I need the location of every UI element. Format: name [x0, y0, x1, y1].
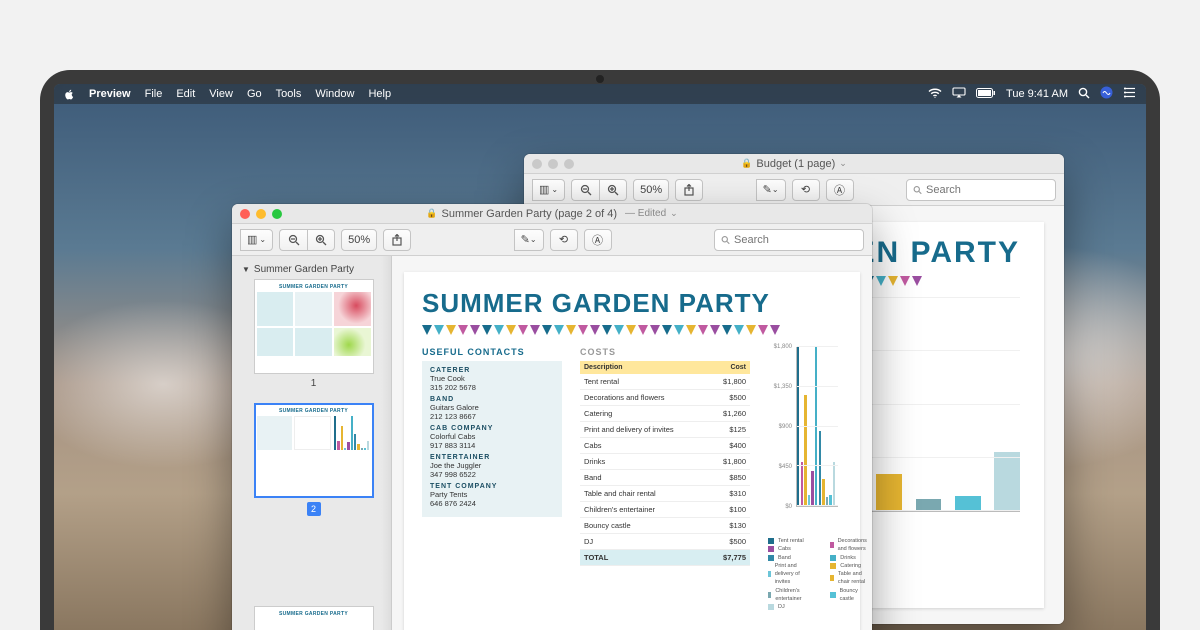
search-icon [721, 235, 730, 245]
share-button[interactable] [675, 179, 703, 201]
menu-view[interactable]: View [209, 88, 233, 100]
costs-table: Description Cost Tent rental$1,800Decora… [580, 361, 750, 566]
zoom-out-button[interactable] [571, 179, 599, 201]
thumb-label: 1 [242, 378, 385, 389]
contacts-heading: USEFUL CONTACTS [422, 347, 562, 357]
thumbnail-page-1[interactable]: SUMMER GARDEN PARTY [242, 279, 385, 389]
highlight-button[interactable]: ✎ ⌄ [756, 179, 786, 201]
close-button[interactable] [240, 209, 250, 219]
laptop-camera [596, 75, 604, 83]
costs-header-desc: Description [580, 361, 709, 374]
battery-icon[interactable] [976, 88, 996, 101]
window-title: Budget (1 page) [756, 158, 835, 170]
edited-indicator: — Edited [625, 208, 666, 219]
thumbs-header[interactable]: Summer Garden Party [242, 262, 385, 279]
menu-edit[interactable]: Edit [176, 88, 195, 100]
traffic-lights[interactable] [532, 159, 574, 169]
titlebar[interactable]: 🔒 Budget (1 page) ⌄ [524, 154, 1064, 174]
notification-center-icon[interactable] [1123, 87, 1136, 101]
zoom-in-button[interactable] [307, 229, 335, 251]
preview-window-summer-garden-party: 🔒 Summer Garden Party (page 2 of 4) — Ed… [232, 204, 872, 630]
minimize-button[interactable] [256, 209, 266, 219]
document-area[interactable]: SUMMER GARDEN PARTY USEFUL CONTACTS CATE… [392, 256, 872, 630]
bar-catering [804, 395, 806, 506]
bar-drinks [815, 347, 817, 506]
menubar-clock[interactable]: Tue 9:41 AM [1006, 88, 1068, 100]
wifi-icon[interactable] [928, 88, 942, 101]
menu-tools[interactable]: Tools [276, 88, 302, 100]
zoom-in-button[interactable] [599, 179, 627, 201]
spotlight-icon[interactable] [1078, 87, 1090, 102]
bar-table-and-chair-rental [822, 479, 824, 506]
titlebar[interactable]: 🔒 Summer Garden Party (page 2 of 4) — Ed… [232, 204, 872, 224]
lock-icon: 🔒 [426, 208, 437, 219]
markup-button[interactable]: Ⓐ [584, 229, 612, 251]
chevron-down-icon[interactable]: ⌄ [839, 158, 847, 169]
doc-title: SUMMER GARDEN PARTY [422, 288, 842, 319]
contacts-block: CATERERTrue Cook315 202 5678BANDGuitars … [422, 361, 562, 517]
zoom-button[interactable] [272, 209, 282, 219]
rotate-button[interactable]: ⟲ [792, 179, 820, 201]
cost-bar-chart: $1,800$1,350$900$450$0 [768, 347, 842, 527]
desktop: Preview File Edit View Go Tools Window H… [54, 84, 1146, 630]
thumb-label: 2 [307, 502, 321, 516]
menu-help[interactable]: Help [368, 88, 391, 100]
share-button[interactable] [383, 229, 411, 251]
rotate-button[interactable]: ⟲ [550, 229, 578, 251]
search-icon [913, 185, 922, 195]
bar-decorations-and-flowers [801, 462, 803, 506]
bar-cabs [811, 471, 813, 506]
siri-icon[interactable] [1100, 86, 1113, 102]
chart-legend: Tent rentalCabsBandPrint and delivery of… [768, 537, 842, 611]
zoom-level[interactable]: 50% [341, 229, 377, 251]
bar-dj [994, 452, 1020, 511]
bar-table-and-chair-rental [876, 474, 902, 511]
costs-header-cost: Cost [709, 361, 750, 374]
zoom-out-button[interactable] [279, 229, 307, 251]
minimize-button[interactable] [548, 159, 558, 169]
bar-band [819, 431, 821, 506]
menubar-app-name[interactable]: Preview [89, 88, 131, 100]
airplay-icon[interactable] [952, 87, 966, 101]
bar-tent-rental [797, 347, 799, 506]
search-field[interactable] [906, 179, 1056, 201]
bar-dj [833, 462, 835, 506]
menu-file[interactable]: File [145, 88, 163, 100]
search-input[interactable] [926, 184, 1049, 196]
apple-logo-icon[interactable] [64, 89, 75, 100]
thumbnails-sidebar[interactable]: Summer Garden Party SUMMER GARDEN PARTY [232, 256, 392, 630]
toolbar: ▥ ⌄ 50% ✎ ⌄ ⟲ Ⓐ [232, 224, 872, 256]
highlight-button[interactable]: ✎ ⌄ [514, 229, 544, 251]
chevron-down-icon[interactable]: ⌄ [670, 208, 678, 219]
menu-window[interactable]: Window [315, 88, 354, 100]
bar-bouncy-castle [955, 496, 981, 511]
markup-button[interactable]: Ⓐ [826, 179, 854, 201]
view-mode-button[interactable]: ▥ ⌄ [532, 179, 565, 201]
thumbnail-page-2[interactable]: SUMMER GARDEN PARTY 2 [242, 403, 385, 516]
thumbnail-page-3[interactable]: SUMMER GARDEN PARTY [242, 606, 385, 630]
toolbar: ▥ ⌄ 50% ✎ ⌄ ⟲ Ⓐ [524, 174, 1064, 206]
window-title: Summer Garden Party (page 2 of 4) [442, 208, 617, 220]
lock-icon: 🔒 [741, 158, 752, 169]
document-page: SUMMER GARDEN PARTY USEFUL CONTACTS CATE… [404, 272, 860, 630]
bunting-decoration [422, 325, 842, 337]
zoom-button[interactable] [564, 159, 574, 169]
macos-menubar: Preview File Edit View Go Tools Window H… [54, 84, 1146, 104]
traffic-lights[interactable] [240, 209, 282, 219]
close-button[interactable] [532, 159, 542, 169]
zoom-level[interactable]: 50% [633, 179, 669, 201]
search-input[interactable] [734, 234, 857, 246]
view-mode-button[interactable]: ▥ ⌄ [240, 229, 273, 251]
search-field[interactable] [714, 229, 864, 251]
costs-heading: COSTS [580, 347, 750, 357]
menu-go[interactable]: Go [247, 88, 262, 100]
